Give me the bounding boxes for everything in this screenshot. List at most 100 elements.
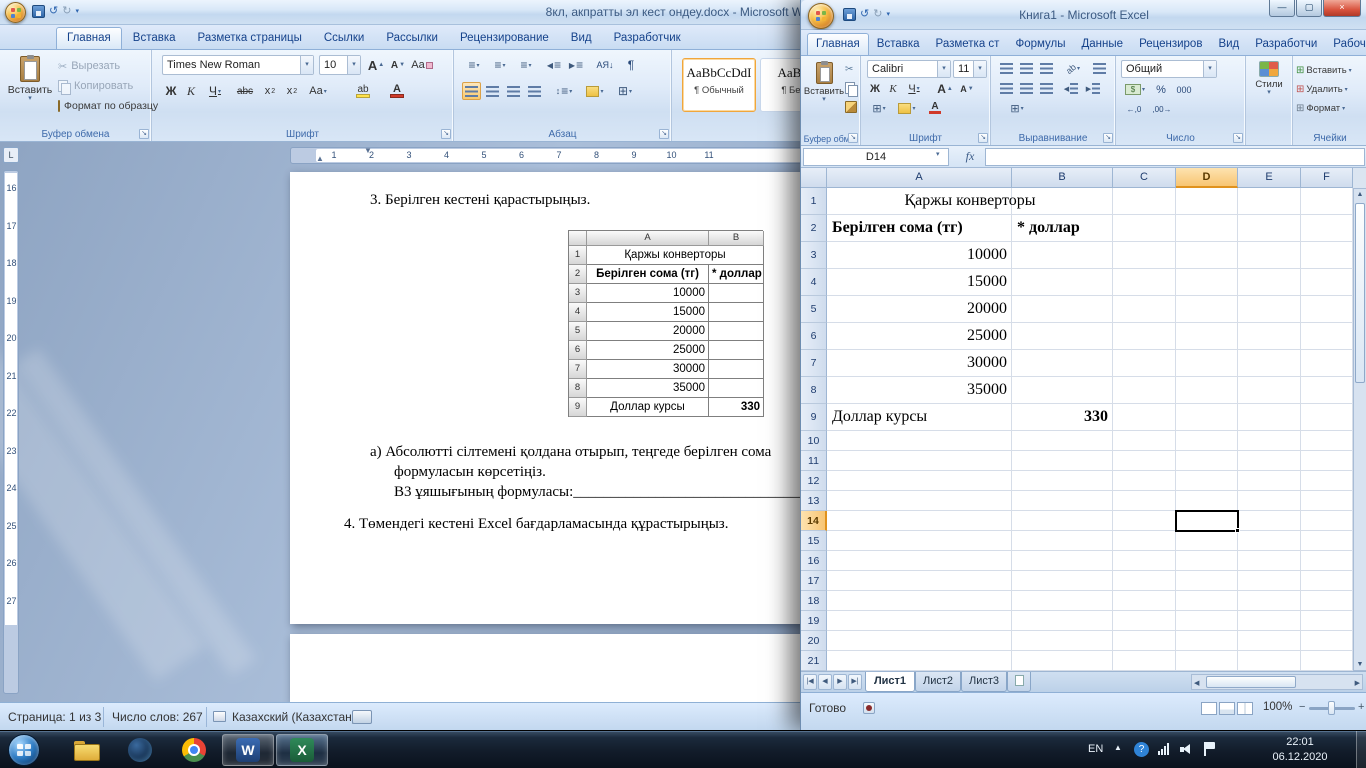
- strikethrough-button[interactable]: abc: [232, 82, 258, 100]
- align-middle-button[interactable]: [1017, 60, 1035, 77]
- row-header-15[interactable]: 15: [801, 531, 827, 551]
- cell-A3[interactable]: 10000: [827, 242, 1012, 269]
- line-spacing-dropdown-icon[interactable]: ▾: [569, 88, 572, 95]
- align-top-button[interactable]: [997, 60, 1015, 77]
- excel-titlebar[interactable]: Книга1 - Microsoft Excel ↺ ↻ ▾ — ▢ ×: [801, 0, 1366, 30]
- cell-A7[interactable]: 30000: [827, 350, 1012, 377]
- cell-A6[interactable]: 25000: [827, 323, 1012, 350]
- merge-center-dropdown-icon[interactable]: ▾: [1021, 105, 1024, 112]
- increase-indent-button[interactable]: ▶: [1083, 80, 1103, 97]
- zoom-level[interactable]: 100%: [1263, 701, 1292, 713]
- view-page-break-icon[interactable]: [1237, 702, 1253, 715]
- save-icon[interactable]: [843, 8, 856, 21]
- font-color-button[interactable]: А: [382, 82, 412, 100]
- paste-button[interactable]: Вставить ▾: [6, 53, 54, 127]
- justify-button[interactable]: [525, 82, 544, 100]
- cell-A9[interactable]: Доллар курсы: [827, 404, 1012, 431]
- scroll-up-icon[interactable]: ▲: [1354, 191, 1366, 198]
- font-dialog-launcher[interactable]: ↘: [441, 129, 451, 139]
- row-header-9[interactable]: 9: [801, 404, 827, 431]
- save-icon[interactable]: [32, 5, 45, 18]
- cell-B2[interactable]: * доллар: [1012, 215, 1113, 242]
- row-header-10[interactable]: 10: [801, 431, 827, 451]
- col-header-D[interactable]: D: [1176, 168, 1238, 188]
- row-header-16[interactable]: 16: [801, 551, 827, 571]
- cell-A2[interactable]: Берілген сома (тг): [827, 215, 1012, 242]
- clipboard-dialog-launcher[interactable]: ↘: [848, 133, 858, 143]
- taskbar-explorer-button[interactable]: [60, 734, 112, 766]
- cell-styles-dropdown-icon[interactable]: ▾: [1267, 90, 1271, 96]
- horizontal-scroll-thumb[interactable]: [1206, 676, 1296, 688]
- redo-icon[interactable]: ↻: [873, 8, 882, 21]
- align-bottom-button[interactable]: [1037, 60, 1055, 77]
- name-box-dropdown-icon[interactable]: ▾: [936, 150, 940, 158]
- row-header-2[interactable]: 2: [801, 215, 827, 242]
- italic-button[interactable]: К: [182, 82, 200, 100]
- vertical-scrollbar[interactable]: ▲ ▼: [1353, 188, 1366, 671]
- taskbar-excel-button[interactable]: X: [276, 734, 328, 766]
- insert-cells-button[interactable]: ⊞ Вставить ▾: [1296, 61, 1366, 79]
- row-header-6[interactable]: 6: [801, 323, 827, 350]
- zoom-in-icon[interactable]: +: [1358, 701, 1364, 713]
- close-button[interactable]: ×: [1323, 0, 1361, 17]
- row-header-3[interactable]: 3: [801, 242, 827, 269]
- paragraph-dialog-launcher[interactable]: ↘: [659, 129, 669, 139]
- row-header-17[interactable]: 17: [801, 571, 827, 591]
- align-left-button[interactable]: [462, 82, 481, 100]
- wrap-text-button[interactable]: [1089, 60, 1109, 77]
- accounting-dropdown-icon[interactable]: ▾: [1142, 86, 1145, 93]
- font-name-dropdown-icon[interactable]: ▾: [937, 61, 950, 77]
- sheet-nav-next-icon[interactable]: ▶: [833, 674, 847, 690]
- borders-button[interactable]: ⊞▾: [612, 82, 638, 100]
- change-case-button[interactable]: Аа▾: [304, 82, 332, 100]
- cell-B9[interactable]: 330: [1012, 404, 1113, 431]
- accounting-format-button[interactable]: $▾: [1121, 81, 1149, 98]
- increase-decimal-button[interactable]: ←,0: [1121, 101, 1147, 117]
- word-tab-review[interactable]: Рецензирование: [449, 27, 560, 49]
- row-header-12[interactable]: 12: [801, 471, 827, 491]
- number-dialog-launcher[interactable]: ↘: [1233, 133, 1243, 143]
- cut-icon[interactable]: ✂: [845, 64, 853, 75]
- multilevel-dropdown-icon[interactable]: ▾: [529, 62, 532, 69]
- decrease-decimal-button[interactable]: ,00→: [1149, 101, 1175, 117]
- bold-button[interactable]: Ж: [867, 80, 883, 97]
- action-center-flag-icon[interactable]: [1204, 742, 1216, 756]
- fill-color-button[interactable]: ▾: [895, 100, 919, 117]
- italic-button[interactable]: К: [885, 80, 901, 97]
- align-center-button[interactable]: [483, 82, 502, 100]
- word-tab-insert[interactable]: Вставка: [122, 27, 187, 49]
- bold-button[interactable]: Ж: [162, 82, 180, 100]
- underline-dropdown-icon[interactable]: ▾: [917, 85, 920, 92]
- bullets-dropdown-icon[interactable]: ▾: [477, 62, 480, 69]
- qat-dropdown-icon[interactable]: ▾: [75, 5, 79, 18]
- paste-button[interactable]: Вставить ▾: [804, 59, 844, 129]
- selected-cell-border[interactable]: [1175, 510, 1239, 532]
- word-tab-view[interactable]: Вид: [560, 27, 603, 49]
- shading-dropdown-icon[interactable]: ▾: [600, 88, 603, 95]
- row-header-13[interactable]: 13: [801, 491, 827, 511]
- row-header-20[interactable]: 20: [801, 631, 827, 651]
- excel-tab-view[interactable]: Вид: [1210, 33, 1247, 55]
- horizontal-scrollbar[interactable]: ◀ ▶: [1191, 674, 1363, 690]
- word-office-button[interactable]: [5, 2, 26, 23]
- view-normal-icon[interactable]: [1201, 702, 1217, 715]
- shading-button[interactable]: ▾: [582, 82, 608, 100]
- change-case-dropdown-icon[interactable]: ▾: [324, 88, 327, 95]
- language-indicator[interactable]: EN: [1088, 743, 1103, 755]
- excel-grid[interactable]: 123456789101112131415161718192021Қаржы к…: [801, 188, 1353, 671]
- font-name-combo[interactable]: Times New Roman ▾: [162, 55, 314, 75]
- align-text-right-button[interactable]: [1037, 80, 1055, 97]
- line-spacing-button[interactable]: ↕≡▾: [550, 82, 578, 100]
- row-header-11[interactable]: 11: [801, 451, 827, 471]
- scroll-right-icon[interactable]: ▶: [1355, 679, 1360, 687]
- format-painter-icon[interactable]: [845, 101, 857, 113]
- font-size-combo[interactable]: 11 ▾: [953, 60, 987, 78]
- align-text-center-button[interactable]: [1017, 80, 1035, 97]
- zoom-slider-thumb[interactable]: [1328, 701, 1335, 715]
- font-name-dropdown-icon[interactable]: ▾: [300, 56, 313, 74]
- numbering-dropdown-icon[interactable]: ▾: [503, 62, 506, 69]
- insert-worksheet-tab[interactable]: [1007, 672, 1031, 692]
- align-text-left-button[interactable]: [997, 80, 1015, 97]
- decrease-indent-button[interactable]: ◀≡: [544, 56, 564, 74]
- qat-dropdown-icon[interactable]: ▾: [886, 8, 890, 21]
